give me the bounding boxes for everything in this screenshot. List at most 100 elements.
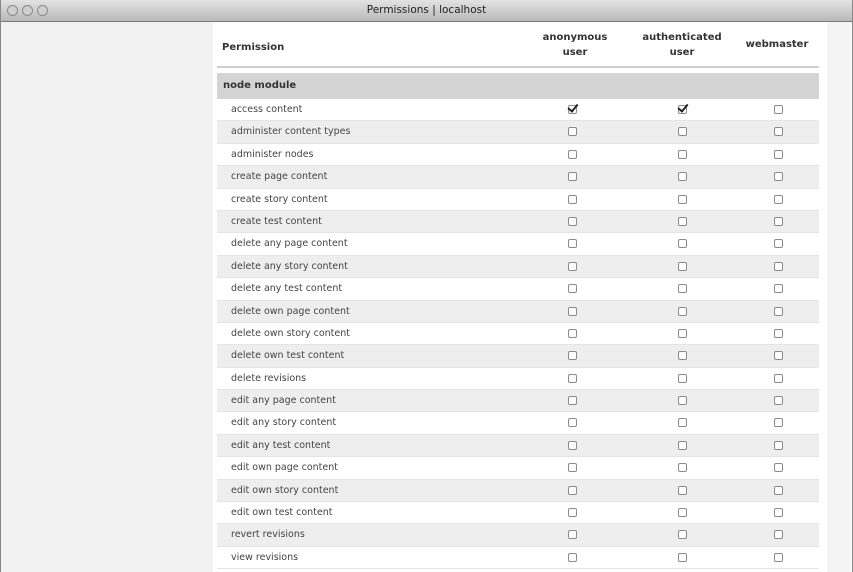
anonymous-user-column-header: anonymous user bbox=[530, 30, 620, 60]
webmaster-checkbox[interactable] bbox=[774, 351, 783, 361]
permission-label: delete any page content bbox=[231, 238, 348, 250]
authenticated-checkbox[interactable] bbox=[678, 485, 687, 495]
permission-rows: access content administer content types ad… bbox=[217, 99, 819, 570]
authenticated-checkbox[interactable] bbox=[678, 508, 687, 518]
authenticated-checkbox[interactable] bbox=[678, 172, 687, 182]
authenticated-checkbox[interactable] bbox=[678, 105, 687, 114]
webmaster-column-header: webmaster bbox=[745, 39, 809, 50]
permission-label: access content bbox=[231, 104, 303, 115]
webmaster-checkbox[interactable] bbox=[774, 396, 783, 406]
authenticated-checkbox[interactable] bbox=[678, 418, 687, 428]
authenticated-checkbox[interactable] bbox=[678, 216, 687, 226]
anonymous-checkbox[interactable] bbox=[568, 306, 577, 316]
anonymous-checkbox[interactable] bbox=[568, 239, 577, 249]
table-row: delete own page content bbox=[217, 300, 819, 323]
anonymous-checkbox[interactable] bbox=[568, 105, 577, 114]
anonymous-checkbox[interactable] bbox=[568, 284, 577, 294]
permission-label: create story content bbox=[231, 193, 328, 205]
permission-label: administer content types bbox=[231, 126, 351, 138]
authenticated-checkbox[interactable] bbox=[678, 552, 687, 562]
table-row: edit any story content bbox=[217, 412, 819, 435]
table-row: delete any test content bbox=[217, 278, 819, 301]
authenticated-checkbox[interactable] bbox=[678, 530, 687, 540]
anonymous-checkbox[interactable] bbox=[568, 328, 577, 338]
authenticated-checkbox[interactable] bbox=[678, 149, 687, 159]
webmaster-checkbox[interactable] bbox=[774, 418, 783, 428]
table-row: revert revisions bbox=[217, 524, 819, 547]
webmaster-checkbox[interactable] bbox=[774, 284, 783, 294]
permission-label: edit own story content bbox=[231, 484, 339, 496]
webmaster-checkbox[interactable] bbox=[774, 127, 783, 137]
anonymous-checkbox[interactable] bbox=[568, 351, 577, 361]
anonymous-checkbox[interactable] bbox=[568, 373, 577, 383]
webmaster-checkbox[interactable] bbox=[774, 105, 783, 114]
authenticated-checkbox[interactable] bbox=[678, 194, 687, 204]
table-header: Permission anonymous user authenticated … bbox=[217, 22, 819, 68]
webmaster-checkbox[interactable] bbox=[774, 261, 783, 271]
webmaster-checkbox[interactable] bbox=[774, 463, 783, 473]
webmaster-checkbox[interactable] bbox=[774, 485, 783, 495]
anonymous-checkbox[interactable] bbox=[568, 172, 577, 182]
anonymous-checkbox[interactable] bbox=[568, 396, 577, 406]
webmaster-checkbox[interactable] bbox=[774, 172, 783, 182]
permission-label: delete own story content bbox=[231, 327, 350, 339]
anonymous-checkbox[interactable] bbox=[568, 194, 577, 204]
webmaster-checkbox[interactable] bbox=[774, 530, 783, 540]
authenticated-checkbox[interactable] bbox=[678, 463, 687, 473]
webmaster-checkbox[interactable] bbox=[774, 373, 783, 383]
webmaster-checkbox[interactable] bbox=[774, 508, 783, 518]
webmaster-checkbox[interactable] bbox=[774, 328, 783, 338]
permission-label: delete own test content bbox=[231, 350, 345, 362]
webmaster-checkbox[interactable] bbox=[774, 239, 783, 249]
table-row: edit any test content bbox=[217, 434, 819, 458]
anonymous-checkbox[interactable] bbox=[568, 149, 577, 159]
permission-label: administer nodes bbox=[231, 148, 314, 160]
anonymous-checkbox[interactable] bbox=[568, 530, 577, 540]
authenticated-header-line2: user bbox=[669, 47, 695, 58]
webmaster-checkbox[interactable] bbox=[774, 194, 783, 204]
left-sidebar bbox=[1, 22, 213, 572]
authenticated-checkbox[interactable] bbox=[678, 328, 687, 338]
anonymous-header-line1: anonymous bbox=[542, 32, 608, 43]
authenticated-checkbox[interactable] bbox=[678, 306, 687, 316]
webmaster-checkbox[interactable] bbox=[774, 440, 783, 450]
permission-label: delete revisions bbox=[231, 372, 307, 384]
table-row: edit any page content bbox=[217, 390, 819, 413]
permission-label: edit own page content bbox=[231, 462, 339, 474]
anonymous-checkbox[interactable] bbox=[568, 485, 577, 495]
authenticated-checkbox[interactable] bbox=[678, 261, 687, 271]
authenticated-checkbox[interactable] bbox=[678, 440, 687, 450]
webmaster-checkbox[interactable] bbox=[774, 149, 783, 159]
permission-label: revert revisions bbox=[231, 529, 305, 541]
table-row: delete own story content bbox=[217, 323, 819, 346]
anonymous-header-line2: user bbox=[562, 47, 588, 58]
table-row: delete any story content bbox=[217, 255, 819, 279]
permission-label: edit any story content bbox=[231, 417, 337, 429]
anonymous-checkbox[interactable] bbox=[568, 440, 577, 450]
permission-label: view revisions bbox=[231, 551, 299, 563]
authenticated-checkbox[interactable] bbox=[678, 127, 687, 137]
webmaster-checkbox[interactable] bbox=[774, 306, 783, 316]
anonymous-checkbox[interactable] bbox=[568, 261, 577, 271]
permissions-table: Permission anonymous user authenticated … bbox=[217, 22, 819, 570]
authenticated-checkbox[interactable] bbox=[678, 373, 687, 383]
anonymous-checkbox[interactable] bbox=[568, 127, 577, 137]
anonymous-checkbox[interactable] bbox=[568, 216, 577, 226]
permission-label: delete any test content bbox=[231, 283, 343, 295]
anonymous-checkbox[interactable] bbox=[568, 552, 577, 562]
right-sidebar bbox=[827, 22, 851, 572]
authenticated-checkbox[interactable] bbox=[678, 396, 687, 406]
table-row: delete own test content bbox=[217, 345, 819, 368]
authenticated-header-line1: authenticated bbox=[642, 32, 722, 43]
authenticated-checkbox[interactable] bbox=[678, 284, 687, 294]
anonymous-checkbox[interactable] bbox=[568, 418, 577, 428]
authenticated-checkbox[interactable] bbox=[678, 239, 687, 249]
anonymous-checkbox[interactable] bbox=[568, 508, 577, 518]
webmaster-checkbox[interactable] bbox=[774, 552, 783, 562]
anonymous-checkbox[interactable] bbox=[568, 463, 577, 473]
table-row: edit own story content bbox=[217, 479, 819, 503]
table-row: create test content bbox=[217, 210, 819, 234]
webmaster-checkbox[interactable] bbox=[774, 216, 783, 226]
permission-column-header: Permission bbox=[222, 42, 285, 53]
authenticated-checkbox[interactable] bbox=[678, 351, 687, 361]
